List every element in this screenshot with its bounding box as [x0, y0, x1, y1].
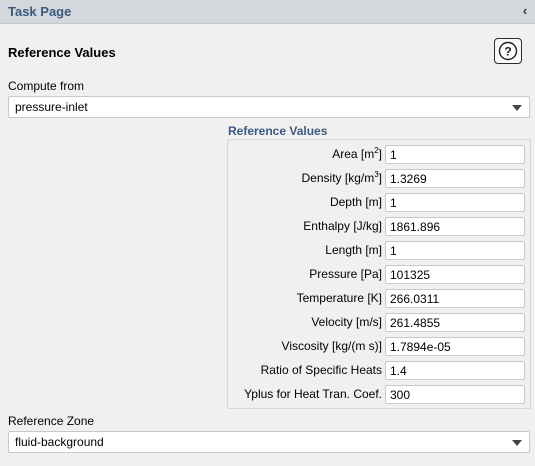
input-ratio-of-specific-heats[interactable] — [385, 361, 525, 380]
chevron-down-icon — [512, 105, 522, 111]
chevron-down-icon — [512, 440, 522, 446]
label-text: Temperature [K] — [296, 291, 382, 305]
label-enthalpy-j-kg: Enthalpy [J/kg] — [303, 217, 382, 236]
label-yplus-for-heat-tran-coef: Yplus for Heat Tran. Coef. — [244, 385, 382, 404]
question-mark-circle-icon: ? — [498, 41, 518, 61]
input-yplus-for-heat-tran-coef[interactable] — [385, 385, 525, 404]
help-button[interactable]: ? — [494, 38, 522, 64]
reference-zone-dropdown[interactable]: fluid-background — [8, 431, 530, 453]
input-viscosity-kg-m-s[interactable] — [385, 337, 525, 356]
label-text: Enthalpy [J/kg] — [303, 219, 382, 233]
section-title: Reference Values — [8, 45, 116, 60]
label-viscosity-kg-m-s: Viscosity [kg/(m s)] — [282, 337, 382, 356]
reference-zone-value: fluid-background — [15, 435, 104, 449]
label-text: Area [m — [332, 147, 375, 161]
label-velocity-m-s: Velocity [m/s] — [311, 313, 382, 332]
label-text: Viscosity [kg/(m s)] — [281, 339, 382, 353]
input-density-kg-m[interactable] — [385, 169, 525, 188]
input-length-m[interactable] — [385, 241, 525, 260]
label-ratio-of-specific-heats: Ratio of Specific Heats — [261, 361, 382, 380]
label-text: Density [kg/m — [301, 171, 375, 185]
label-text: Depth [m] — [329, 195, 382, 209]
task-page-header: Task Page ‹ — [0, 0, 535, 24]
label-text: Velocity [m/s] — [311, 315, 382, 329]
label-text: Yplus for Heat Tran. Coef. — [244, 387, 382, 401]
input-temperature-k[interactable] — [385, 289, 525, 308]
svg-text:?: ? — [504, 45, 511, 59]
compute-from-value: pressure-inlet — [15, 100, 88, 114]
input-velocity-m-s[interactable] — [385, 313, 525, 332]
compute-from-label: Compute from — [8, 79, 85, 93]
input-pressure-pa[interactable] — [385, 265, 525, 284]
collapse-arrow-icon[interactable]: ‹ — [520, 3, 530, 19]
label-text: Length [m] — [325, 243, 382, 257]
label-text: Pressure [Pa] — [309, 267, 382, 281]
label-length-m: Length [m] — [325, 241, 382, 260]
label-suffix: ] — [378, 147, 382, 161]
label-pressure-pa: Pressure [Pa] — [309, 265, 382, 284]
input-enthalpy-j-kg[interactable] — [385, 217, 525, 236]
reference-zone-label: Reference Zone — [8, 414, 95, 428]
reference-values-group-title: Reference Values — [228, 124, 328, 138]
compute-from-dropdown[interactable]: pressure-inlet — [8, 96, 530, 118]
label-suffix: ] — [378, 171, 382, 185]
panel-title: Task Page — [8, 4, 72, 19]
label-text: Ratio of Specific Heats — [260, 363, 382, 377]
input-depth-m[interactable] — [385, 193, 525, 212]
label-density-kg-m: Density [kg/m3] — [302, 169, 382, 188]
label-temperature-k: Temperature [K] — [297, 289, 382, 308]
label-depth-m: Depth [m] — [330, 193, 382, 212]
input-area-m[interactable] — [385, 145, 525, 164]
label-area-m: Area [m2] — [332, 145, 382, 164]
